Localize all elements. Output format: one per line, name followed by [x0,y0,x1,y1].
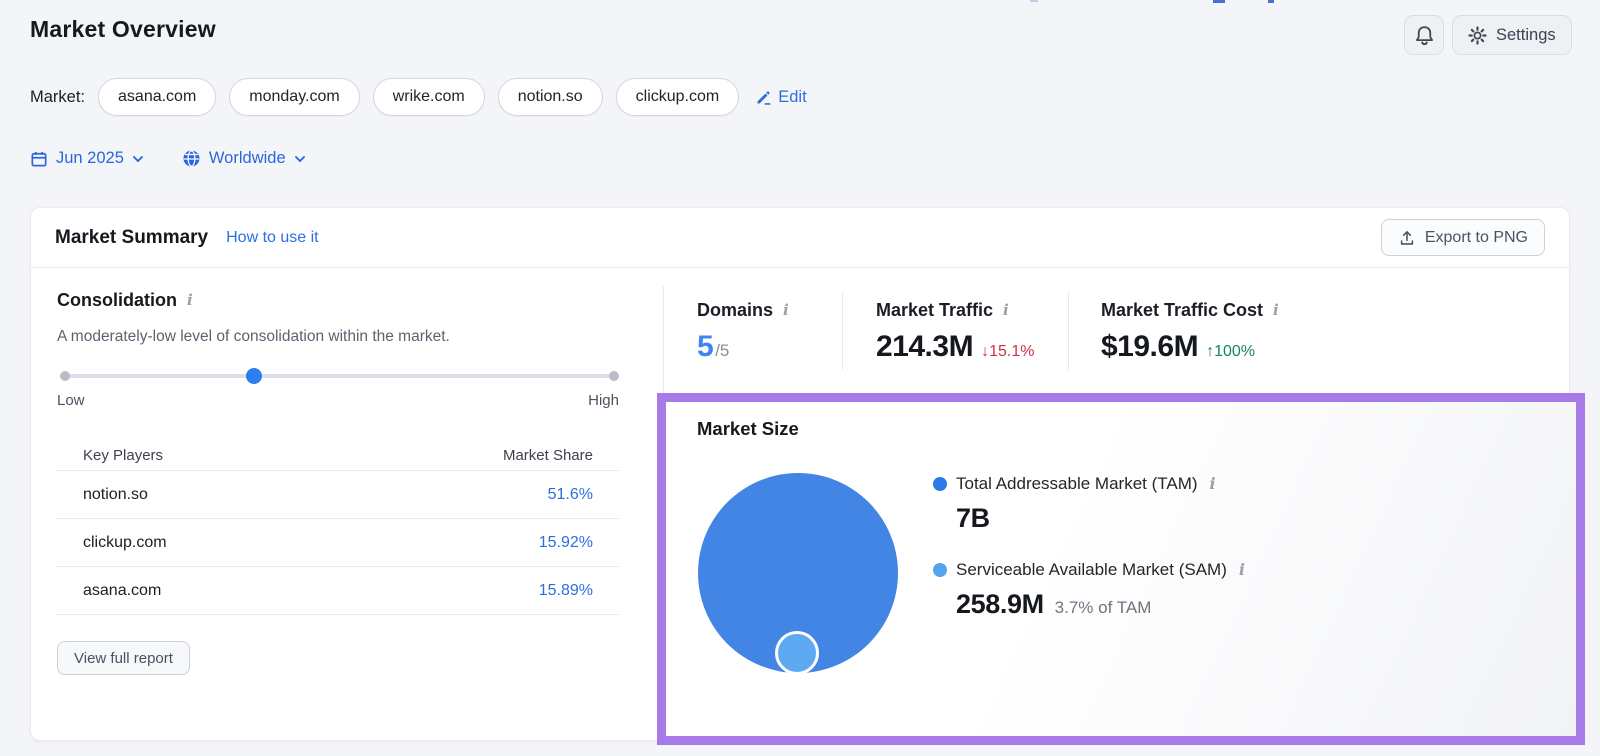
chevron-down-icon [294,155,306,163]
player-share-link[interactable]: 15.89% [539,582,593,600]
globe-icon [182,149,201,168]
legend-item-sam: Serviceable Available Market (SAM) i 258… [933,560,1245,620]
export-png-button[interactable]: Export to PNG [1381,219,1545,256]
card-title: Market Summary [55,227,208,249]
market-label: Market: [30,88,85,107]
export-label: Export to PNG [1425,229,1528,247]
table-row: notion.so 51.6% [57,471,619,518]
gauge-low-dot [60,371,70,381]
calendar-icon [30,150,48,168]
consolidation-section: Consolidation i A moderately-low level o… [57,290,619,675]
top-edge-artifact [1213,0,1225,3]
player-domain: clickup.com [83,534,167,552]
table-row: clickup.com 15.92% [57,519,619,566]
key-players-table: Key Players Market Share notion.so 51.6%… [57,440,619,615]
settings-label: Settings [1496,26,1556,45]
metric-domains: Domains i 5 /5 [664,286,842,394]
pencil-icon [755,89,772,106]
sam-bubble [775,631,819,675]
market-traffic-label: Market Traffic [876,300,993,321]
how-to-use-link[interactable]: How to use it [226,229,318,247]
view-full-report-button[interactable]: View full report [57,641,190,675]
market-size-legend: Total Addressable Market (TAM) i 7B Serv… [933,474,1245,620]
info-icon[interactable]: i [783,303,789,318]
gauge-high-dot [609,371,619,381]
info-icon[interactable]: i [1003,303,1009,318]
top-edge-artifact [1030,0,1038,2]
sam-label: Serviceable Available Market (SAM) [956,560,1227,580]
sam-share-of-tam: 3.7% of TAM [1055,598,1152,618]
domains-label: Domains [697,300,773,321]
market-pill-notion: notion.so [498,78,603,116]
info-icon[interactable]: i [1210,476,1216,492]
divider [57,614,619,615]
info-icon[interactable]: i [1239,562,1245,578]
metric-market-traffic-cost: Market Traffic Cost i $19.6M ↑100% [1069,286,1569,394]
market-traffic-cost-label: Market Traffic Cost [1101,300,1263,321]
info-icon[interactable]: i [187,293,193,308]
bell-icon [1415,25,1434,46]
player-share-link[interactable]: 51.6% [548,486,593,504]
notifications-button[interactable] [1404,15,1444,55]
market-traffic-change: ↓15.1% [981,343,1034,361]
page-title: Market Overview [30,16,216,43]
location-filter[interactable]: Worldwide [182,149,306,168]
market-traffic-cost-change: ↑100% [1206,343,1255,361]
market-size-highlight: Market Size Total Addressable Market (TA… [657,393,1585,745]
domains-value: 5 [697,330,713,364]
sam-legend-dot [933,563,947,577]
market-size-title: Market Size [697,418,799,440]
consolidation-slider-handle [246,368,262,384]
date-filter[interactable]: Jun 2025 [30,149,144,168]
consolidation-title: Consolidation [57,290,177,311]
player-domain: notion.so [83,486,148,504]
upload-icon [1398,229,1416,247]
settings-button[interactable]: Settings [1452,15,1572,55]
market-bar: Market: asana.com monday.com wrike.com n… [30,78,807,116]
gauge-low-label: Low [57,392,85,409]
info-icon[interactable]: i [1273,303,1279,318]
sam-value: 258.9M [956,589,1044,620]
table-row: asana.com 15.89% [57,567,619,614]
tam-legend-dot [933,477,947,491]
filters-row: Jun 2025 Worldwide [30,149,306,168]
col-header-key-players: Key Players [83,447,163,464]
consolidation-description: A moderately-low level of consolidation … [57,328,619,346]
tam-label: Total Addressable Market (TAM) [956,474,1198,494]
location-filter-label: Worldwide [209,149,286,168]
market-pill-asana: asana.com [98,78,216,116]
market-overview-page: Market Overview Settings Market: asana.c… [0,0,1600,756]
chevron-down-icon [132,155,144,163]
gauge-high-label: High [588,392,619,409]
tam-value: 7B [956,503,990,534]
player-domain: asana.com [83,582,161,600]
top-edge-artifact [1268,0,1274,3]
domains-total: /5 [715,341,729,361]
gauge-track [65,374,615,378]
market-pill-wrike: wrike.com [373,78,485,116]
card-header: Market Summary How to use it Export to P… [31,208,1569,268]
metric-market-traffic: Market Traffic i 214.3M ↓15.1% [843,286,1068,394]
edit-market-link[interactable]: Edit [755,88,806,107]
market-traffic-value: 214.3M [876,330,973,364]
metrics-row: Domains i 5 /5 Market Traffic i 214.3M ↓… [663,286,1569,394]
player-share-link[interactable]: 15.92% [539,534,593,552]
col-header-market-share: Market Share [503,447,593,464]
edit-label: Edit [778,88,806,107]
market-pill-clickup: clickup.com [616,78,740,116]
date-filter-label: Jun 2025 [56,149,124,168]
market-traffic-cost-value: $19.6M [1101,330,1198,364]
legend-item-tam: Total Addressable Market (TAM) i 7B [933,474,1245,534]
gear-icon [1468,26,1487,45]
market-pill-monday: monday.com [229,78,359,116]
consolidation-gauge [57,367,619,385]
